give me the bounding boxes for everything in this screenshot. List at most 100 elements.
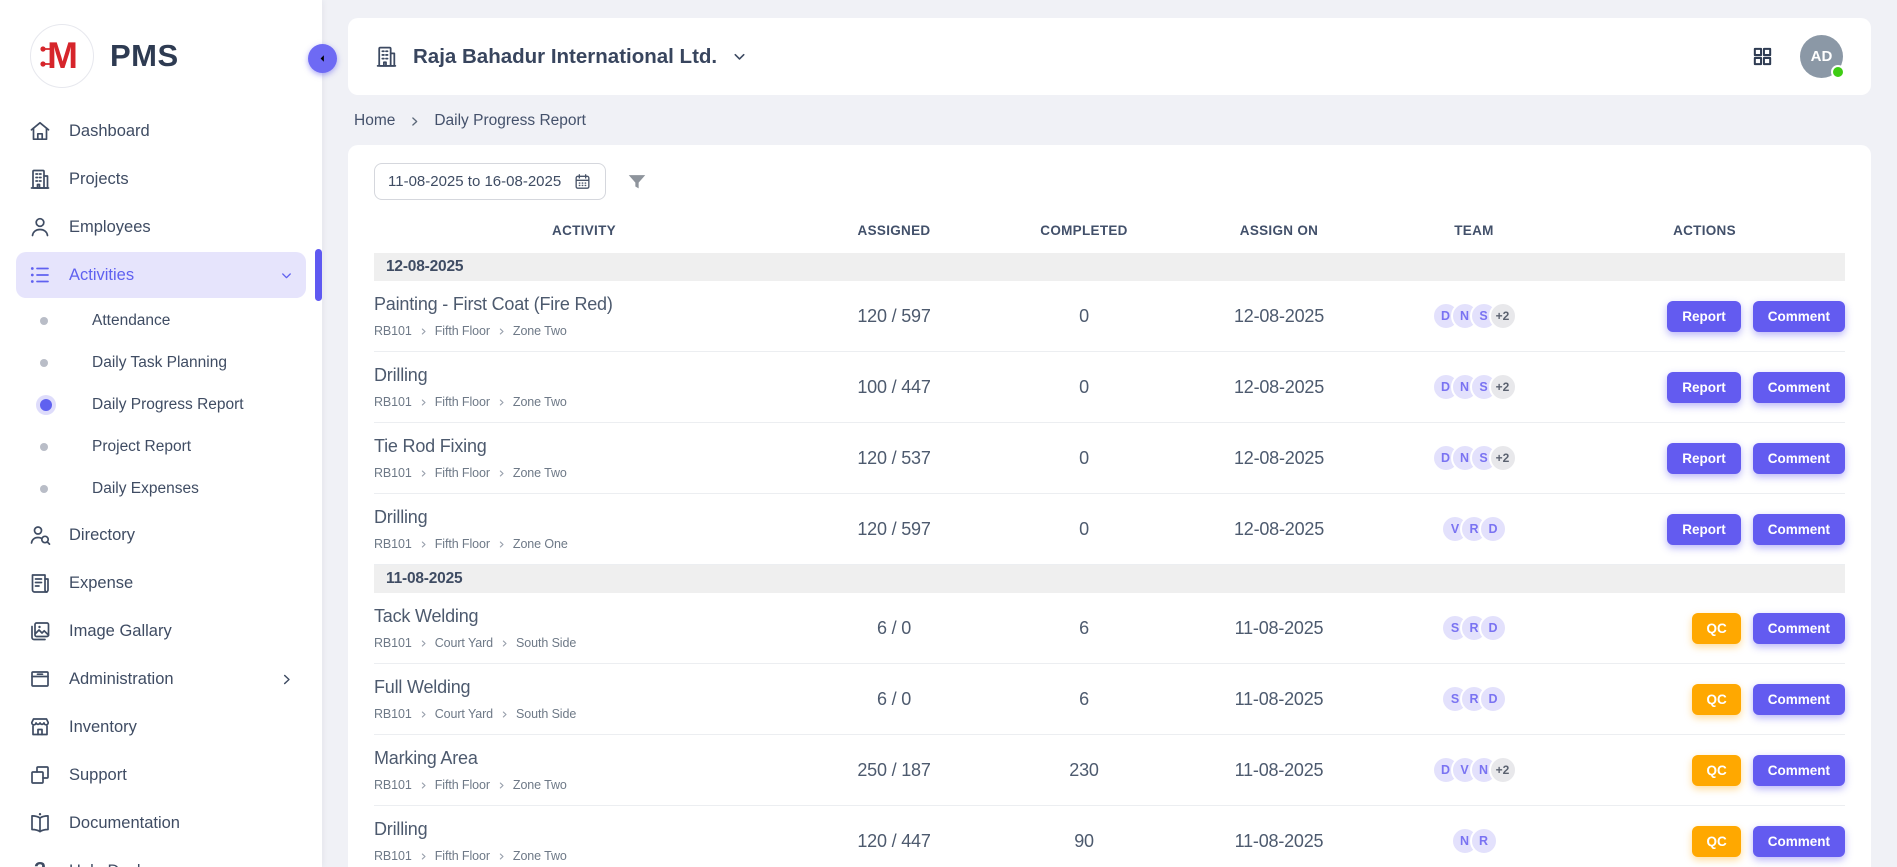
location-breadcrumb: RB101Court YardSouth Side — [374, 707, 794, 721]
sidebar-item-directory[interactable]: Directory — [16, 512, 306, 558]
sidebar-item-image-gallary[interactable]: Image Gallary — [16, 608, 306, 654]
assigned-value: 100 / 447 — [794, 352, 994, 423]
completed-value: 6 — [994, 593, 1174, 664]
sidebar-item-label: Projects — [69, 170, 294, 189]
location-segment: Zone Two — [513, 849, 567, 863]
qc-button[interactable]: QC — [1692, 826, 1740, 857]
sidebar-item-label: Activities — [69, 266, 262, 285]
completed-value: 0 — [994, 423, 1174, 494]
qc-button[interactable]: QC — [1692, 684, 1740, 715]
completed-value: 90 — [994, 806, 1174, 867]
comment-button[interactable]: Comment — [1753, 443, 1845, 474]
sidebar-subitem-label: Daily Task Planning — [92, 354, 227, 372]
table-row: Tack WeldingRB101Court YardSouth Side6 /… — [374, 593, 1845, 664]
topbar: Raja Bahadur International Ltd. AD — [348, 18, 1871, 95]
sidebar-subitem-daily-task-planning[interactable]: Daily Task Planning — [16, 342, 306, 384]
sidebar-item-activities[interactable]: Activities — [16, 252, 306, 298]
table-row: DrillingRB101Fifth FloorZone One120 / 59… — [374, 494, 1845, 565]
report-button[interactable]: Report — [1667, 301, 1741, 332]
location-segment: RB101 — [374, 707, 412, 721]
company-selector[interactable]: Raja Bahadur International Ltd. — [374, 44, 748, 69]
sidebar-item-dashboard[interactable]: Dashboard — [16, 108, 306, 154]
team-avatars: DVN+2 — [1384, 756, 1564, 784]
date-group-header: 12-08-2025 — [374, 253, 1845, 281]
location-breadcrumb: RB101Fifth FloorZone Two — [374, 395, 794, 409]
sidebar-item-projects[interactable]: Projects — [16, 156, 306, 202]
chevron-right-icon — [419, 540, 428, 549]
sidebar-item-documentation[interactable]: Documentation — [16, 800, 306, 846]
location-segment: Zone Two — [513, 466, 567, 480]
team-extra-count: +2 — [1489, 373, 1517, 401]
report-button[interactable]: Report — [1667, 443, 1741, 474]
comment-button[interactable]: Comment — [1753, 755, 1845, 786]
sidebar-subitem-attendance[interactable]: Attendance — [16, 300, 306, 342]
team-member-avatar: R — [1470, 827, 1498, 855]
chevron-right-icon — [419, 710, 428, 719]
team-extra-count: +2 — [1489, 302, 1517, 330]
team-avatars: SRD — [1384, 614, 1564, 642]
column-header-assign-on: Assign On — [1174, 206, 1384, 253]
user-avatar[interactable]: AD — [1800, 35, 1843, 78]
chevron-right-icon — [497, 852, 506, 861]
main-area: Raja Bahadur International Ltd. AD Home — [322, 0, 1897, 867]
row-actions: Report Comment — [1564, 423, 1845, 494]
location-segment: RB101 — [374, 466, 412, 480]
progress-report-table: Activity Assigned Completed Assign On Te… — [374, 206, 1845, 867]
sidebar-item-label: Documentation — [69, 814, 294, 833]
active-item-indicator — [315, 249, 322, 301]
archive-icon — [28, 667, 52, 691]
team-member-avatar: D — [1479, 515, 1507, 543]
layers-icon — [28, 763, 52, 787]
filter-funnel-icon[interactable] — [626, 171, 648, 193]
sidebar-item-support[interactable]: Support — [16, 752, 306, 798]
sidebar: M PMS DashboardProjectsEmployeesActiviti… — [0, 0, 322, 867]
chevron-right-icon — [497, 327, 506, 336]
bullet-dot-icon — [40, 399, 52, 411]
activity-name: Tie Rod Fixing — [374, 436, 794, 457]
bullet-dot-icon — [40, 485, 48, 493]
assigned-value: 250 / 187 — [794, 735, 994, 806]
location-segment: Court Yard — [435, 636, 493, 650]
location-breadcrumb: RB101Fifth FloorZone Two — [374, 466, 794, 480]
sidebar-collapse-button[interactable] — [308, 44, 337, 73]
sidebar-subitem-daily-progress-report[interactable]: Daily Progress Report — [16, 384, 306, 426]
comment-button[interactable]: Comment — [1753, 613, 1845, 644]
assigned-value: 120 / 597 — [794, 494, 994, 565]
apps-grid-icon[interactable] — [1751, 45, 1774, 68]
sidebar-item-inventory[interactable]: Inventory — [16, 704, 306, 750]
chevron-down-icon — [279, 268, 294, 283]
qc-button[interactable]: QC — [1692, 755, 1740, 786]
sidebar-item-expense[interactable]: Expense — [16, 560, 306, 606]
team-avatars: DNS+2 — [1384, 444, 1564, 472]
location-segment: Fifth Floor — [435, 324, 490, 338]
sidebar-item-administration[interactable]: Administration — [16, 656, 306, 702]
sidebar-item-help-desk[interactable]: ?Help Desk — [16, 848, 306, 867]
company-logo: M — [30, 24, 94, 88]
comment-button[interactable]: Comment — [1753, 372, 1845, 403]
calendar-icon — [573, 172, 592, 191]
qc-button[interactable]: QC — [1692, 613, 1740, 644]
report-button[interactable]: Report — [1667, 514, 1741, 545]
comment-button[interactable]: Comment — [1753, 514, 1845, 545]
location-segment: Court Yard — [435, 707, 493, 721]
report-button[interactable]: Report — [1667, 372, 1741, 403]
location-breadcrumb: RB101Fifth FloorZone One — [374, 537, 794, 551]
comment-button[interactable]: Comment — [1753, 826, 1845, 857]
comment-button[interactable]: Comment — [1753, 684, 1845, 715]
date-range-input[interactable]: 11-08-2025 to 16-08-2025 — [374, 163, 606, 200]
location-segment: South Side — [516, 636, 576, 650]
sidebar-subitem-project-report[interactable]: Project Report — [16, 426, 306, 468]
breadcrumb-home-link[interactable]: Home — [354, 112, 395, 130]
receipt-icon — [28, 571, 52, 595]
filter-row: 11-08-2025 to 16-08-2025 — [374, 163, 1845, 200]
table-row: DrillingRB101Fifth FloorZone Two100 / 44… — [374, 352, 1845, 423]
location-segment: Fifth Floor — [435, 849, 490, 863]
sidebar-item-employees[interactable]: Employees — [16, 204, 306, 250]
book-icon — [28, 811, 52, 835]
breadcrumb: Home Daily Progress Report — [348, 95, 1871, 145]
bullet-dot-icon — [40, 443, 48, 451]
comment-button[interactable]: Comment — [1753, 301, 1845, 332]
sidebar-item-label: Dashboard — [69, 122, 294, 141]
sidebar-subitem-label: Project Report — [92, 438, 191, 456]
sidebar-subitem-daily-expenses[interactable]: Daily Expenses — [16, 468, 306, 510]
